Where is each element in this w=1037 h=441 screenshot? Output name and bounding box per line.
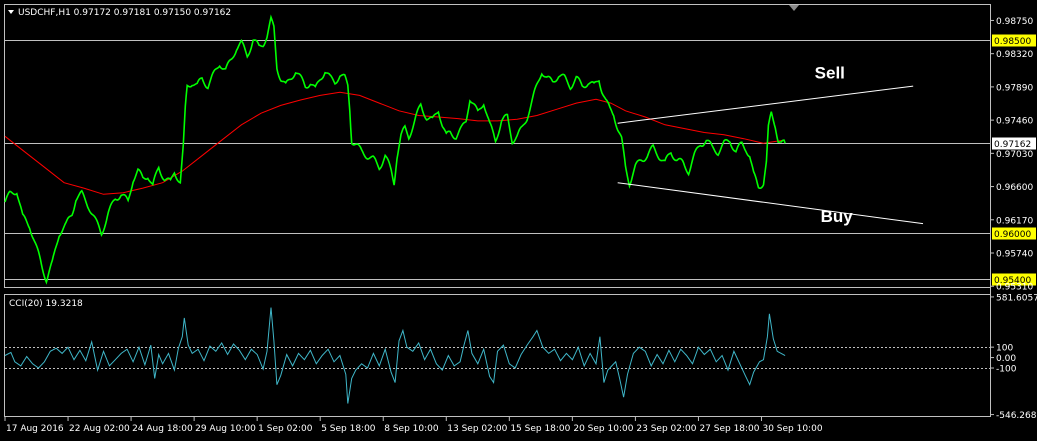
indicator-header: CCI(20) 19.3218 (9, 299, 83, 309)
price-series (4, 14, 786, 285)
level-price-label: 0.97162 (994, 140, 1031, 150)
price-panel-frame (4, 4, 991, 288)
price-tick-label: 0.98750 (996, 17, 1033, 27)
annotation-sell: Sell (815, 63, 845, 82)
price-tick-label: 0.97030 (996, 150, 1033, 160)
price-tick-label: 0.97460 (996, 117, 1033, 127)
time-tick-label: 8 Sep 10:00 (384, 424, 439, 434)
time-tick-label: 22 Aug 02:00 (69, 424, 130, 434)
time-tick-label: 24 Aug 18:00 (132, 424, 193, 434)
level-price-label: 0.96000 (994, 230, 1031, 240)
price-tick-label: 0.98320 (996, 50, 1033, 60)
time-tick-label: 5 Sep 18:00 (321, 424, 376, 434)
cci-tick-label: -546.2681 (996, 411, 1037, 421)
symbol-header: USDCHF,H1 0.97172 0.97181 0.97150 0.9716… (18, 8, 231, 18)
cci-tick-label: 100 (996, 344, 1013, 354)
price-tick-label: 0.96600 (996, 183, 1033, 193)
time-tick-label: 13 Sep 02:00 (447, 424, 507, 434)
time-tick-label: 27 Sep 18:00 (699, 424, 759, 434)
cci-line (4, 307, 786, 404)
chart-canvas: USDCHF,H1 0.97172 0.97181 0.97150 0.9716… (4, 4, 1037, 434)
trendlines (617, 85, 924, 225)
cci-tick-label: -100 (996, 365, 1017, 375)
price-tick-label: 0.95740 (996, 250, 1033, 260)
price-tick-label: 0.96170 (996, 216, 1033, 226)
time-tick-label: 17 Aug 2016 (6, 424, 64, 434)
price-levels: 0.985000.971620.960000.95400 (5, 34, 1036, 286)
annotation-buy: Buy (821, 207, 854, 226)
time-tick-label: 20 Sep 10:00 (573, 424, 633, 434)
chart-window: USDCHF,H1 0.97172 0.97181 0.97150 0.9716… (0, 0, 1037, 441)
level-price-label: 0.98500 (994, 37, 1031, 47)
cci-tick-label: 581.6057 (996, 293, 1037, 303)
trendline (617, 85, 914, 124)
time-axis-ticks: 17 Aug 2016 22 Aug 02:00 24 Aug 18:00 29 Au… (4, 417, 823, 434)
time-tick-label: 15 Sep 18:00 (510, 424, 570, 434)
time-tick-label: 29 Aug 10:00 (195, 424, 256, 434)
time-tick-label: 1 Sep 02:00 (258, 424, 313, 434)
chart-shift-marker-icon[interactable] (789, 5, 799, 11)
trendline (617, 182, 924, 225)
time-tick-label: 23 Sep 02:00 (636, 424, 696, 434)
cci-series (4, 307, 786, 404)
price-tick-label: 0.95310 (996, 283, 1033, 293)
annotations: Sell Buy (815, 63, 854, 226)
price-line (4, 14, 786, 285)
cci-axis-ticks: 581.6057 1000.00-100 -546.2681 (991, 293, 1037, 421)
cci-tick-label: 0.00 (996, 354, 1016, 364)
price-tick-label: 0.97890 (996, 83, 1033, 93)
symbol-menu-triangle-icon[interactable] (8, 10, 14, 14)
price-axis-ticks: 0.98750 0.98320 0.97890 0.97460 0.97030 0.966… (991, 17, 1033, 293)
time-tick-label: 30 Sep 10:00 (762, 424, 822, 434)
